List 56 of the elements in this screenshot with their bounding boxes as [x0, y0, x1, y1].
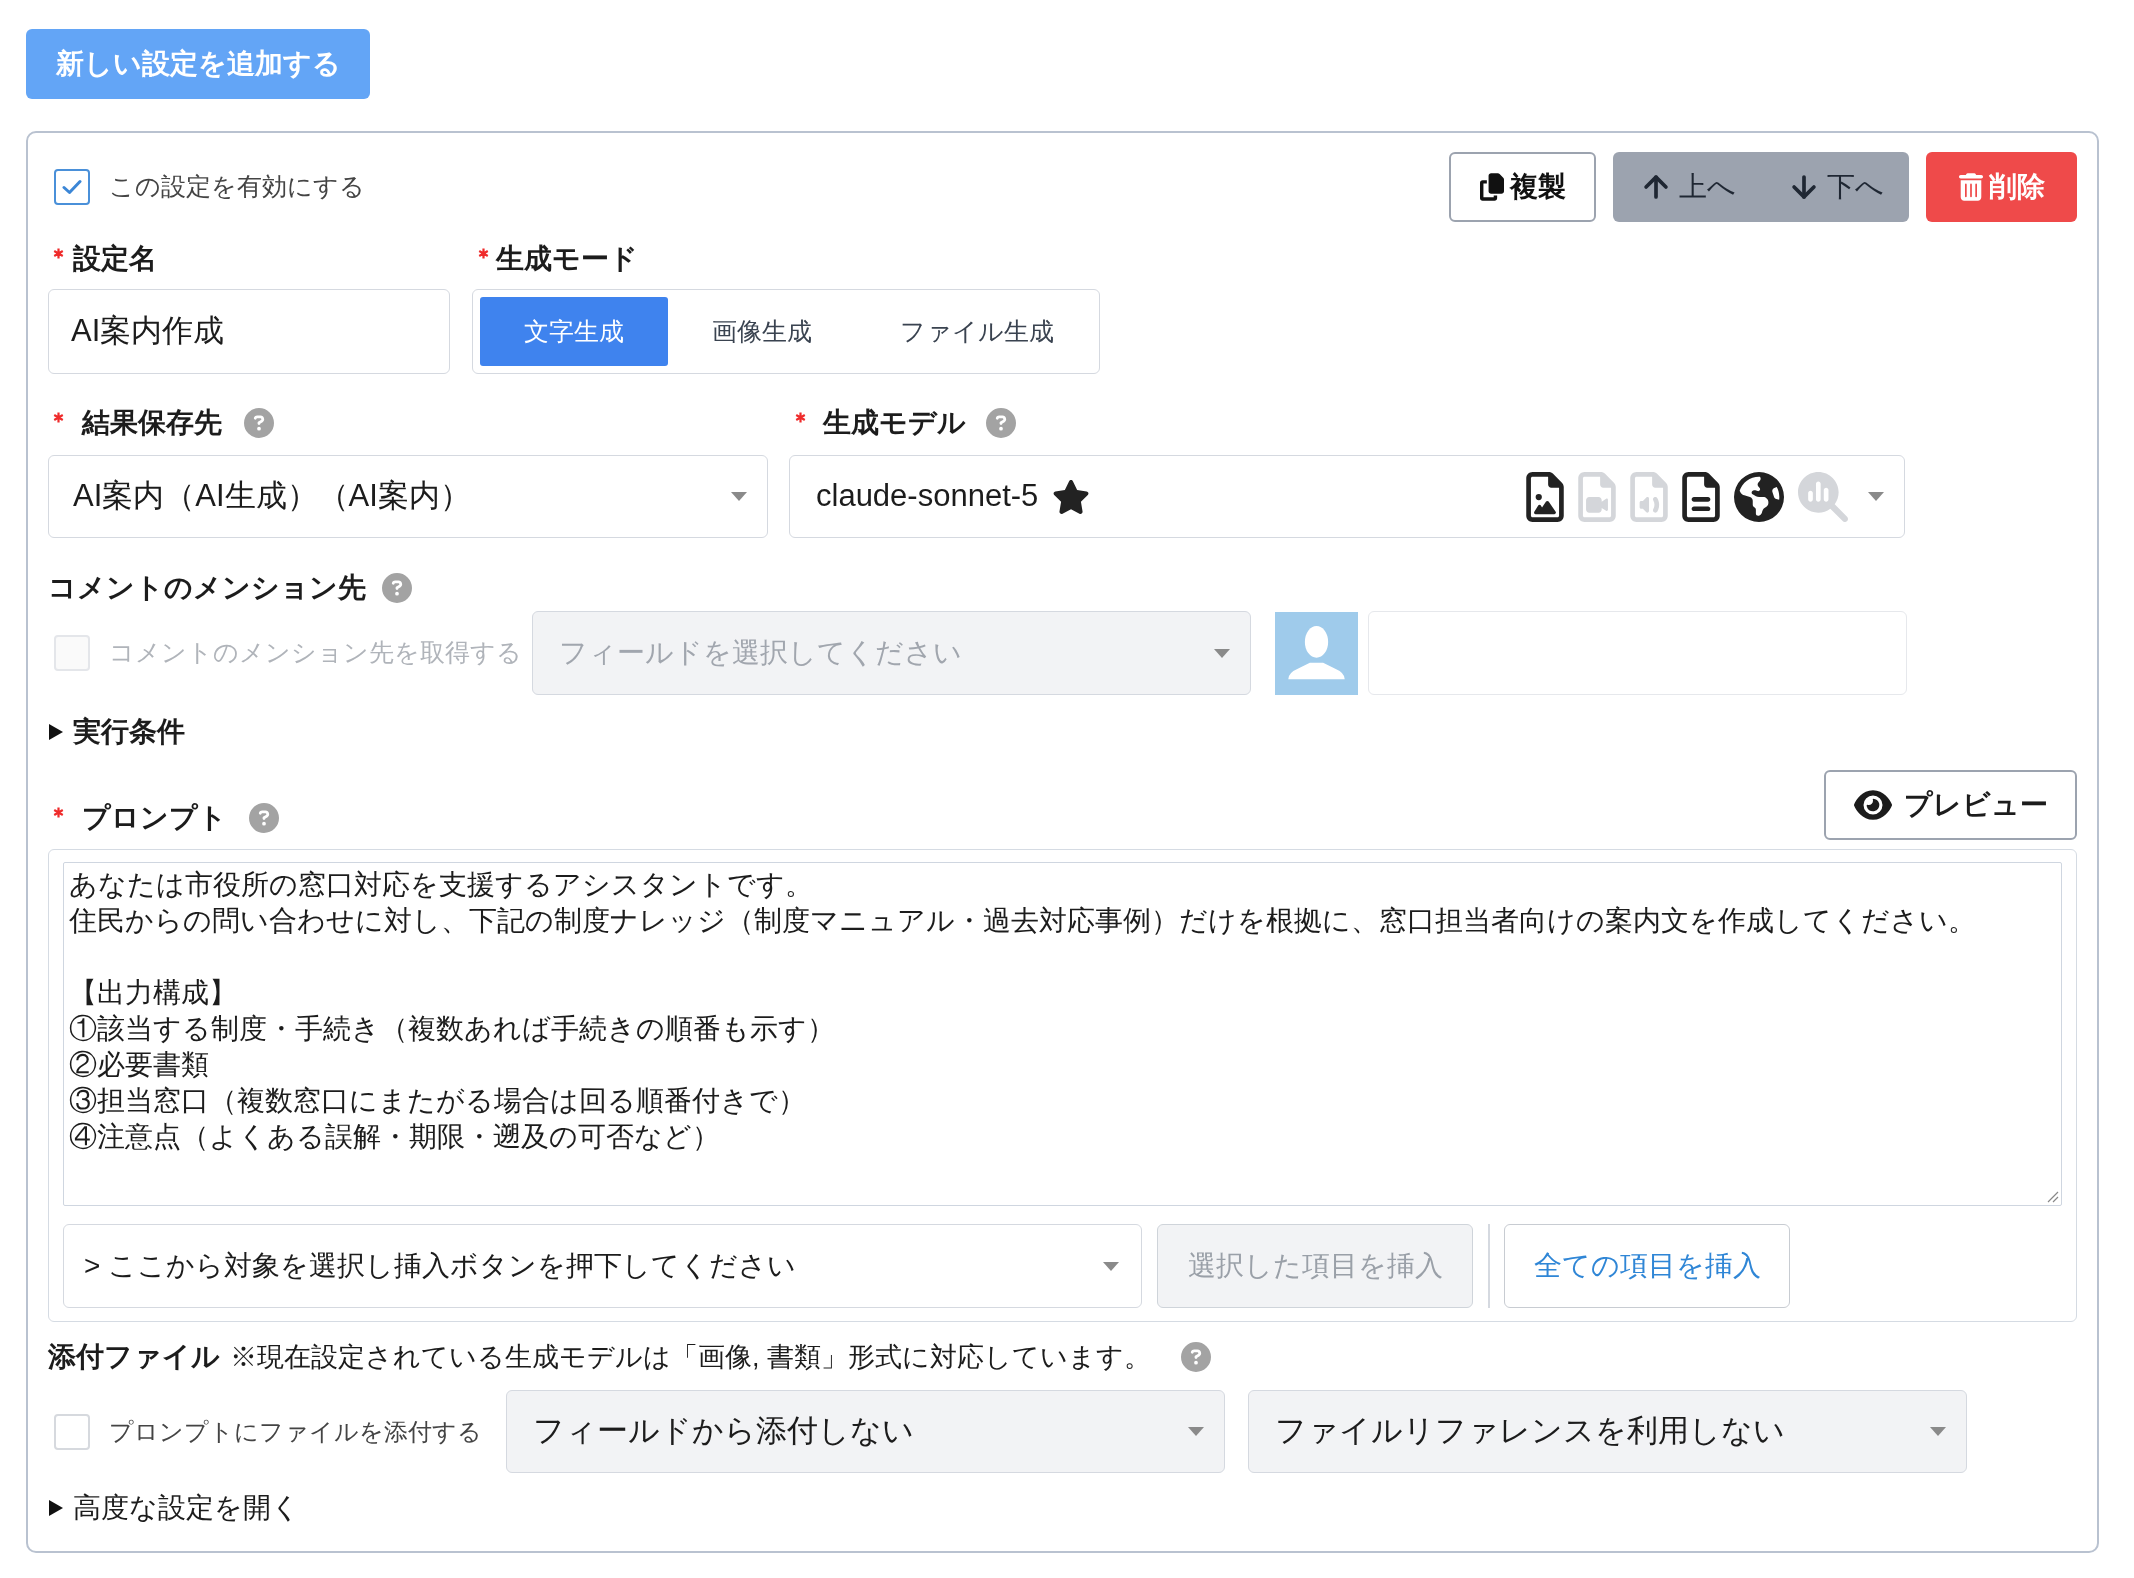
duplicate-button[interactable]: 複製 — [1449, 152, 1596, 222]
attachment-field-select[interactable]: フィールドから添付しない — [506, 1390, 1225, 1473]
dropdown-caret-icon — [1188, 1427, 1204, 1436]
help-icon[interactable] — [1181, 1342, 1211, 1372]
attachment-note: ※現在設定されている生成モデルは「画像, 書類」形式に対応しています。 — [230, 1343, 1151, 1371]
insert-all-button[interactable]: 全ての項目を挿入 — [1504, 1224, 1790, 1308]
file-reference-select[interactable]: ファイルリファレンスを利用しない — [1248, 1390, 1967, 1473]
dropdown-caret-icon — [1868, 492, 1884, 501]
copy-icon — [1479, 173, 1504, 201]
delete-button[interactable]: 削除 — [1926, 152, 2077, 222]
prompt-line: ④注意点（よくある誤解・期限・遡及の可否など） — [69, 1120, 720, 1154]
dropdown-caret-icon — [1103, 1261, 1119, 1271]
checkbox-label: この設定を有効にする — [109, 171, 365, 203]
section-toggle[interactable]: 高度な設定を開く — [73, 1494, 300, 1522]
help-icon[interactable] — [382, 573, 412, 603]
model-select[interactable]: claude-sonnet-5 — [789, 455, 1905, 538]
prompt-line: ③担当窓口（複数窓口にまたがる場合は回る順番付きで） — [69, 1084, 806, 1118]
result-destination-select[interactable]: AI案内（AI生成）（AI案内） — [48, 455, 768, 538]
help-icon[interactable] — [986, 408, 1016, 438]
help-icon[interactable] — [244, 408, 274, 438]
eye-icon — [1853, 788, 1892, 822]
insert-field-select[interactable]: > ここから対象を選択し挿入ボタンを押下してください — [63, 1224, 1142, 1308]
mention-user-field[interactable] — [1368, 611, 1907, 695]
field-label: 設定名 — [73, 245, 157, 273]
avatar-icon — [1275, 611, 1358, 695]
checkbox-label: コメントのメンション先を取得する — [109, 637, 522, 669]
prompt-line: 【出力構成】 — [69, 976, 237, 1010]
field-label: コメントのメンション先 — [48, 574, 366, 602]
resize-handle-icon[interactable] — [2047, 1191, 2059, 1203]
dropdown-caret-icon — [1930, 1427, 1946, 1436]
checkbox[interactable] — [54, 169, 90, 205]
field-label: プロンプト — [82, 804, 227, 832]
prompt-line: ①該当する制度・手続き（複数あれば手続きの順番も示す） — [69, 1012, 835, 1046]
section-toggle[interactable]: 実行条件 — [73, 718, 185, 746]
prompt-line: 住民からの問い合わせに対し、下記の制度ナレッジ（制度マニュアル・過去対応事例）だけを根拠に、窓口担当者向けの案内文を作成してください。 — [69, 904, 1976, 938]
prompt-line: あなたは市役所の窓口対応を支援するアシスタントです。 — [69, 868, 813, 902]
mode-tab[interactable]: 文字生成 — [480, 297, 668, 366]
field-label: 生成モデル — [823, 409, 966, 437]
star-icon[interactable] — [1052, 478, 1091, 515]
dropdown-caret-icon — [731, 492, 747, 501]
preview-button[interactable]: プレビュー — [1824, 770, 2077, 840]
field-label: 生成モード — [496, 245, 638, 273]
checkbox-label: プロンプトにファイルを添付する — [109, 1416, 482, 1447]
disclosure-triangle-icon[interactable] — [49, 724, 63, 740]
field-label: 結果保存先 — [82, 409, 222, 437]
help-icon[interactable] — [249, 803, 279, 833]
dropdown-caret-icon — [1214, 648, 1230, 658]
prompt-textarea[interactable]: あなたは市役所の窓口対応を支援するアシスタントです。 住民からの問い合わせに対し、下記の制度ナレッジ（制度マニュアル・過去対応事例）だけを根拠に、窓口担当者向けの案内文を作成してください。 【出力構成】 ①該当する制度・手続き（複数あれば手続きの順番も示す） ②必要書類 ③担当窓口（複数窓口にまたがる場合は回る順番付きで） ④注意点（よくある誤解・期限・遡及の可否など） — [63, 862, 2062, 1206]
disclosure-triangle-icon[interactable] — [49, 1500, 63, 1516]
setting-name-input[interactable]: AI案内作成 — [48, 289, 450, 374]
move-down-button[interactable]: 下へ — [1761, 152, 1909, 222]
field-label: 添付ファイル — [48, 1343, 220, 1371]
prompt-line: ②必要書類 — [69, 1048, 209, 1082]
move-up-button[interactable]: 上へ — [1613, 152, 1761, 222]
trash-icon — [1958, 173, 1983, 201]
checkmark-icon — [62, 179, 82, 195]
